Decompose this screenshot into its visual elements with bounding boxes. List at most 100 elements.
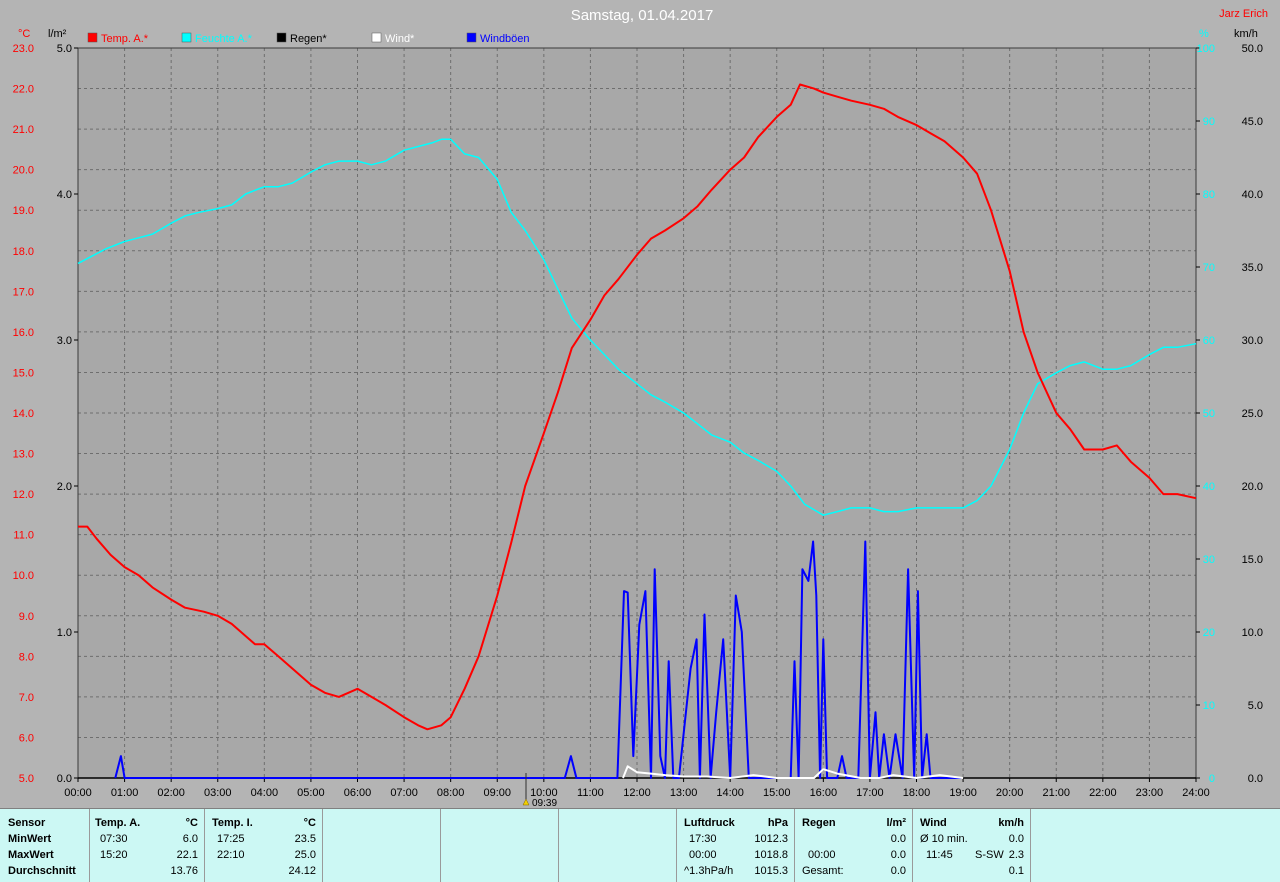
humidity-tick-label: 90 [1203, 116, 1215, 128]
x-tick-label: 04:00 [251, 787, 279, 799]
temp-i-unit: °C [303, 817, 316, 829]
regen-min-value: 0.0 [890, 833, 906, 845]
legend-swatch [371, 32, 382, 43]
legend-swatch [276, 32, 287, 43]
humidity-tick-label: 80 [1203, 189, 1215, 201]
rain-unit-label: l/m² [48, 28, 67, 40]
temp-tick-label: 17.0 [13, 286, 34, 298]
rain-tick-label: 1.0 [57, 627, 72, 639]
rain-tick-label: 3.0 [57, 335, 72, 347]
temp-tick-label: 11.0 [13, 530, 34, 542]
temp-tick-label: 14.0 [13, 408, 34, 420]
chart-title: Samstag, 01.04.2017 [571, 7, 714, 24]
wind-tick-label: 15.0 [1242, 554, 1263, 566]
temp-tick-label: 6.0 [19, 732, 34, 744]
temp-a-column: Temp. A. °C 07:30 6.0 15:20 22.1 13.76 [90, 809, 205, 882]
rain-tick-label: 5.0 [57, 43, 72, 55]
temp-a-max-value: 22.1 [176, 849, 198, 861]
legend-label: Temp. A.* [101, 33, 149, 45]
wind-max-time: 11:45 [926, 849, 953, 861]
x-tick-label: 02:00 [157, 787, 185, 799]
temp-a-min-value: 6.0 [182, 833, 198, 845]
temp-i-avg: 24.12 [288, 865, 316, 877]
x-tick-label: 15:00 [763, 787, 791, 799]
luftdruck-unit: hPa [767, 817, 788, 829]
x-tick-label: 21:00 [1042, 787, 1070, 799]
humidity-tick-label: 40 [1203, 481, 1215, 493]
wind-max-direction: S-SW [975, 849, 1004, 861]
legend-label: Windböen [480, 33, 530, 45]
legend-swatch [466, 32, 477, 43]
empty-column-1 [323, 809, 441, 882]
row-label-max: MaxWert [8, 849, 54, 861]
x-tick-label: 13:00 [670, 787, 698, 799]
wind-avg10-value: 0.0 [1008, 833, 1024, 845]
wind-unit-label: km/h [1234, 28, 1258, 40]
author-label: Jarz Erich [1219, 8, 1268, 20]
x-tick-label: 08:00 [437, 787, 465, 799]
temp-tick-label: 9.0 [19, 611, 34, 623]
x-tick-label: 03:00 [204, 787, 232, 799]
x-tick-label: 20:00 [996, 787, 1024, 799]
x-tick-label: 07:00 [390, 787, 418, 799]
temp-tick-label: 15.0 [13, 367, 34, 379]
temp-tick-label: 18.0 [13, 246, 34, 258]
temp-a-min-time: 07:30 [100, 833, 128, 845]
legend-swatch [87, 32, 98, 43]
temp-tick-label: 23.0 [13, 43, 34, 55]
luftdruck-column: Luftdruck hPa 17:30 1012.3 00:00 1018.8 … [677, 809, 795, 882]
wind-tick-label: 20.0 [1242, 481, 1263, 493]
luftdruck-trend: ^1.3hPa/h [684, 865, 734, 877]
temp-tick-label: 19.0 [13, 205, 34, 217]
x-tick-label: 06:00 [344, 787, 372, 799]
temp-i-min-time: 17:25 [217, 833, 245, 845]
luftdruck-avg: 1015.3 [754, 865, 788, 877]
legend-label: Wind* [385, 33, 415, 45]
luftdruck-min-value: 1012.3 [754, 833, 788, 845]
statistics-table: Sensor MinWert MaxWert Durchschnitt Temp… [0, 808, 1280, 882]
wind-column: Wind km/h Ø 10 min. 0.0 11:45 S-SW 2.3 0… [913, 809, 1031, 882]
regen-total: 0.0 [890, 865, 906, 877]
temp-tick-label: 20.0 [13, 165, 34, 177]
humidity-tick-label: 100 [1197, 43, 1215, 55]
x-tick-label: 16:00 [810, 787, 838, 799]
rain-tick-label: 2.0 [57, 481, 72, 493]
x-tick-label: 17:00 [856, 787, 884, 799]
temp-a-header: Temp. A. [95, 817, 141, 829]
wind-tick-label: 35.0 [1242, 262, 1263, 274]
humidity-tick-label: 30 [1203, 554, 1215, 566]
x-tick-label: 01:00 [111, 787, 139, 799]
wind-avg: 0.1 [1008, 865, 1024, 877]
temp-a-unit: °C [185, 817, 198, 829]
sensor-column: Sensor MinWert MaxWert Durchschnitt [0, 809, 90, 882]
wind-tick-label: 30.0 [1242, 335, 1263, 347]
temp-tick-label: 22.0 [13, 84, 34, 96]
wind-unit: km/h [998, 817, 1024, 829]
weather-chart: Samstag, 01.04.2017 Jarz Erich °C l/m² %… [13, 7, 1268, 808]
temp-i-max-value: 25.0 [294, 849, 316, 861]
temp-unit-label: °C [18, 28, 30, 40]
legend-label: Feuchte A.* [195, 33, 253, 45]
regen-header: Regen [802, 817, 836, 829]
x-tick-label: 11:00 [577, 787, 604, 799]
x-tick-label: 24:00 [1182, 787, 1210, 799]
wind-header: Wind [920, 817, 947, 829]
luftdruck-max-value: 1018.8 [754, 849, 788, 861]
row-label-min: MinWert [8, 833, 52, 845]
wind-avg10-label: Ø 10 min. [920, 833, 968, 845]
temp-tick-label: 5.0 [19, 773, 34, 785]
regen-max-value: 0.0 [890, 849, 906, 861]
x-tick-label: 19:00 [949, 787, 977, 799]
legend: Temp. A.* Feuchte A.* Regen* Wind* Windböen [87, 32, 530, 45]
regen-total-label: Gesamt: [802, 865, 844, 877]
sun-marker-time: 09:39 [532, 798, 557, 808]
humidity-tick-label: 70 [1203, 262, 1215, 274]
x-tick-label: 14:00 [716, 787, 744, 799]
regen-unit: l/m² [886, 817, 906, 829]
humidity-tick-label: 20 [1203, 627, 1215, 639]
temp-tick-label: 12.0 [13, 489, 34, 501]
empty-column-3 [559, 809, 677, 882]
temp-tick-label: 10.0 [13, 570, 34, 582]
x-tick-label: 18:00 [903, 787, 931, 799]
x-tick-label: 12:00 [623, 787, 651, 799]
